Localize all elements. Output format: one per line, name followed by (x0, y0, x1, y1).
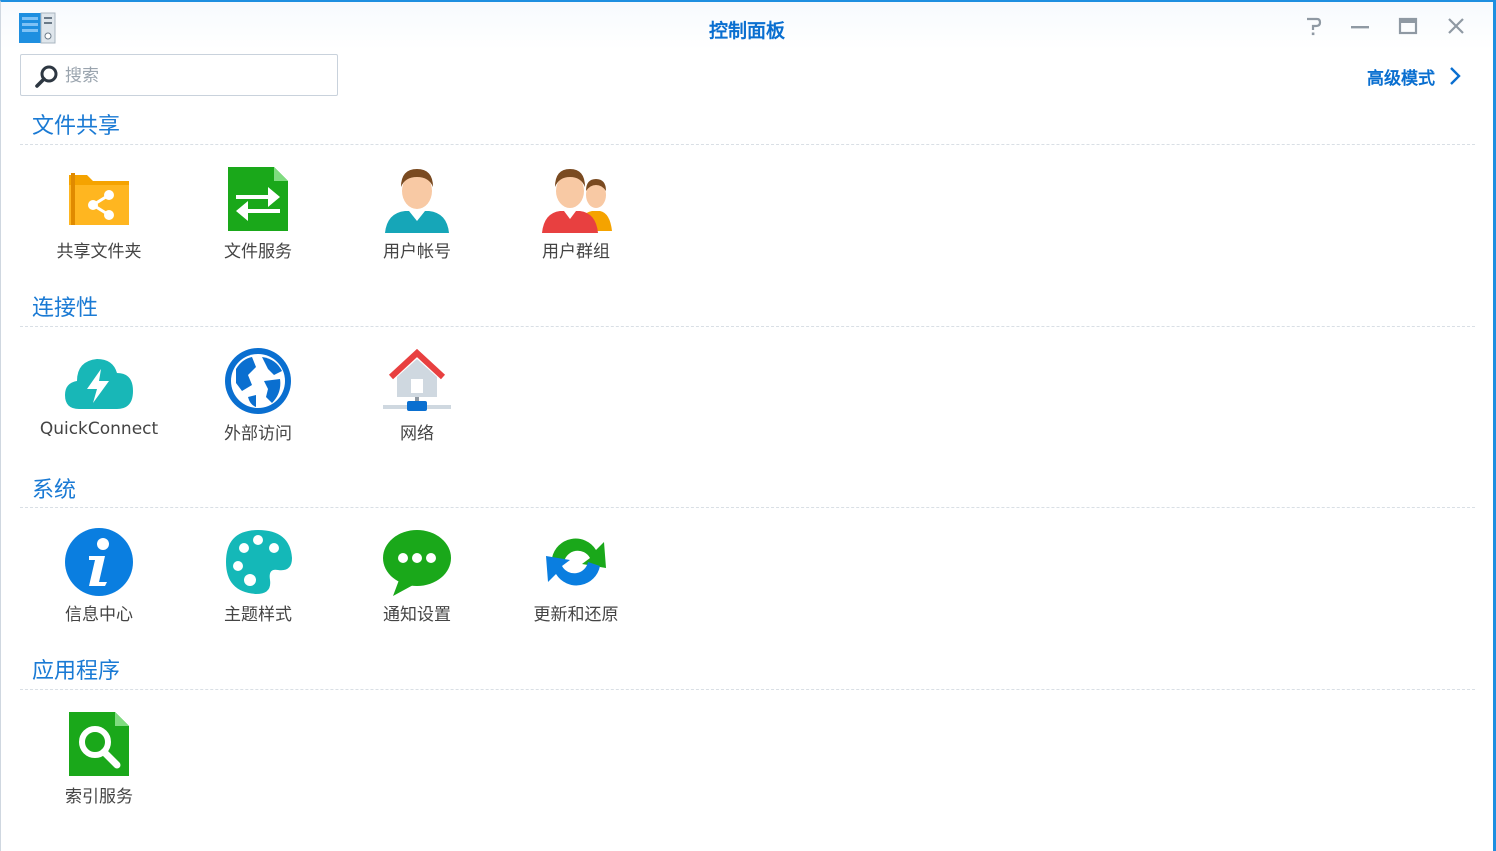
tile-indexing-service[interactable]: 索引服务 (24, 708, 174, 818)
info-icon (65, 528, 133, 596)
tile-label: 通知设置 (383, 605, 451, 625)
section-divider (20, 507, 1475, 508)
chat-bubble-icon (383, 530, 451, 596)
quickconnect-cloud-icon (65, 359, 133, 409)
tile-network[interactable]: 网络 (342, 345, 492, 455)
section-title-system: 系统 (32, 478, 77, 503)
tile-shared-folder[interactable]: 共享文件夹 (24, 163, 174, 273)
tile-user-account[interactable]: 用户帐号 (342, 163, 492, 273)
section-title-file-sharing: 文件共享 (32, 114, 121, 139)
close-icon[interactable] (1444, 14, 1468, 38)
tile-external-access[interactable]: 外部访问 (183, 345, 333, 455)
tile-info-center[interactable]: 信息中心 (24, 526, 174, 636)
tile-label: 主题样式 (224, 605, 292, 625)
network-house-icon (383, 348, 451, 411)
section-title-connectivity: 连接性 (32, 296, 99, 321)
tile-update-restore[interactable]: 更新和还原 (501, 526, 651, 636)
tile-user-group[interactable]: 用户群组 (501, 163, 651, 273)
tile-label: QuickConnect (39, 419, 159, 439)
palette-icon (226, 530, 292, 594)
tile-label: 用户帐号 (383, 242, 451, 262)
section-title-applications: 应用程序 (32, 659, 121, 684)
advanced-mode-label: 高级模式 (1367, 68, 1435, 89)
section-divider (20, 144, 1475, 145)
search-icon (35, 65, 58, 88)
chevron-right-icon (1450, 67, 1461, 85)
refresh-icon (546, 538, 606, 586)
tile-label: 网络 (400, 424, 434, 444)
shared-folder-icon (69, 173, 129, 225)
user-group-icon (542, 169, 612, 233)
tile-theme[interactable]: 主题样式 (183, 526, 333, 636)
tile-label: 更新和还原 (533, 605, 619, 625)
tile-label: 共享文件夹 (56, 242, 142, 262)
tile-notification[interactable]: 通知设置 (342, 526, 492, 636)
maximize-icon[interactable] (1396, 14, 1420, 38)
tile-label: 信息中心 (65, 605, 133, 625)
user-icon (385, 169, 449, 233)
tile-label: 外部访问 (224, 424, 292, 444)
globe-icon (225, 348, 291, 414)
search-box[interactable] (20, 54, 338, 96)
minimize-icon[interactable] (1348, 14, 1372, 38)
tile-quickconnect[interactable]: QuickConnect (24, 345, 174, 455)
help-icon[interactable] (1301, 14, 1325, 38)
tile-label: 文件服务 (224, 242, 292, 262)
tile-file-services[interactable]: 文件服务 (183, 163, 333, 273)
advanced-mode-link[interactable]: 高级模式 (1367, 64, 1463, 89)
indexing-search-icon (69, 712, 129, 776)
window-title: 控制面板 (708, 20, 785, 42)
tile-label: 索引服务 (65, 787, 133, 807)
control-panel-window: 控制面板 高级模式 文件共享 (0, 0, 1496, 851)
section-divider (20, 326, 1475, 327)
file-services-icon (228, 167, 288, 231)
title-bar: 控制面板 (1, 2, 1493, 50)
section-divider (20, 689, 1475, 690)
tile-label: 用户群组 (542, 242, 610, 262)
search-input[interactable] (65, 63, 325, 89)
